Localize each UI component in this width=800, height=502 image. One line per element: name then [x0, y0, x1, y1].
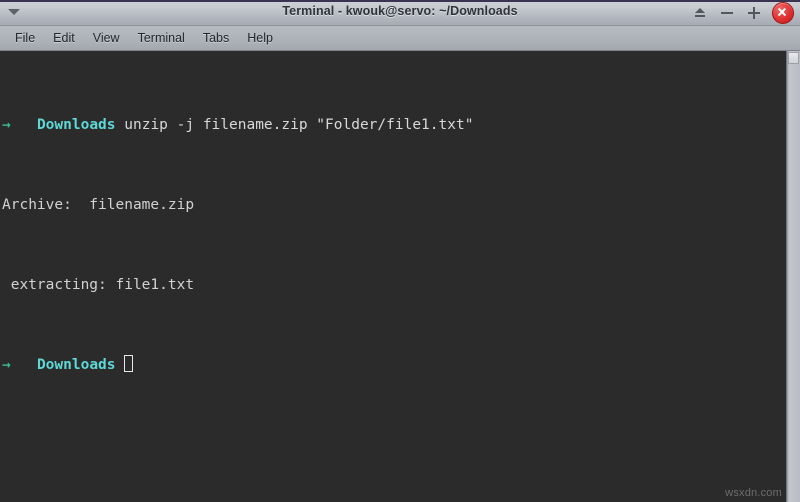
terminal-line: Archive: filename.zip	[2, 195, 786, 215]
terminal-screen[interactable]: → Downloads unzip -j filename.zip "Folde…	[0, 51, 786, 502]
close-icon[interactable]	[772, 2, 794, 24]
window-controls	[691, 0, 794, 26]
prompt-arrow-icon: →	[2, 357, 11, 373]
terminal-line: extracting: file1.txt	[2, 275, 786, 295]
title-bar[interactable]: Terminal - kwouk@servo: ~/Downloads	[0, 0, 800, 26]
terminal-window: Terminal - kwouk@servo: ~/Downloads File…	[0, 0, 800, 502]
shade-window-icon[interactable]	[691, 4, 709, 22]
prompt-directory: Downloads	[36, 357, 116, 373]
vertical-scrollbar[interactable]	[786, 51, 800, 502]
menu-item-terminal[interactable]: Terminal	[129, 28, 194, 48]
menu-item-view[interactable]: View	[84, 28, 129, 48]
maximize-icon[interactable]	[745, 4, 763, 22]
menu-item-edit[interactable]: Edit	[44, 28, 84, 48]
menu-item-tabs[interactable]: Tabs	[194, 28, 238, 48]
menu-bar: File Edit View Terminal Tabs Help	[0, 26, 800, 51]
terminal-body: → Downloads unzip -j filename.zip "Folde…	[0, 51, 800, 502]
text-cursor	[124, 355, 134, 372]
prompt-gap	[11, 117, 37, 133]
output-text: extracting: file1.txt	[2, 277, 195, 293]
command-text: unzip -j filename.zip "Folder/file1.txt"	[124, 117, 474, 133]
terminal-line: → Downloads unzip -j filename.zip "Folde…	[2, 115, 786, 135]
output-text: Archive: filename.zip	[2, 197, 195, 213]
scrollbar-thumb[interactable]	[788, 52, 799, 64]
prompt-gap	[11, 357, 37, 373]
chevron-down-icon[interactable]	[8, 9, 20, 15]
prompt-arrow-icon: →	[2, 117, 11, 133]
window-title: Terminal - kwouk@servo: ~/Downloads	[282, 4, 518, 18]
terminal-line: → Downloads	[2, 355, 786, 375]
menu-item-file[interactable]: File	[6, 28, 44, 48]
minimize-icon[interactable]	[718, 4, 736, 22]
menu-item-help[interactable]: Help	[238, 28, 282, 48]
prompt-directory: Downloads	[36, 117, 116, 133]
